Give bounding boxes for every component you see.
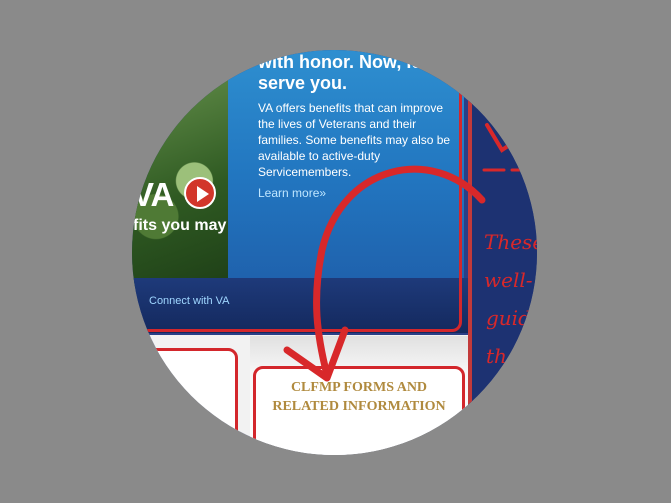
magnified-view: VA fits you may with honor. Now, let ser… (132, 50, 537, 455)
annotation-arrow (283, 123, 534, 382)
